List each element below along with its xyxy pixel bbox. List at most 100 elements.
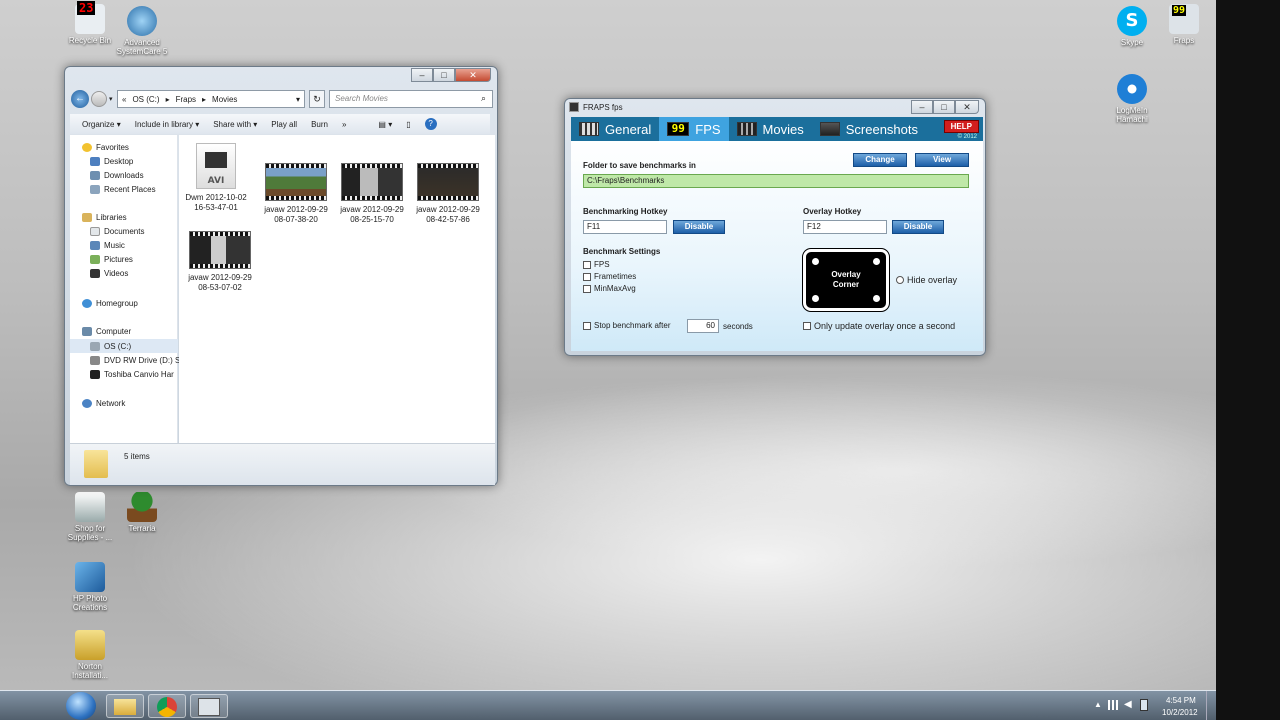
start-button[interactable] (66, 692, 96, 720)
view-button[interactable]: View (915, 153, 969, 167)
clock-date[interactable]: 10/2/2012 (1162, 708, 1198, 717)
toolbar-include-library[interactable]: Include in library ▾ (135, 120, 200, 129)
desktop-icon-hp-photo[interactable]: HP Photo Creations (62, 562, 118, 612)
file-item[interactable]: javaw 2012-09-29 08-07-38-20 (261, 163, 331, 225)
desktop-icon-printer[interactable]: Shop for Supplies - ... (62, 492, 118, 542)
power-tray-icon[interactable] (1140, 699, 1148, 711)
nav-pictures[interactable]: Pictures (90, 255, 133, 264)
overlay-corner-selector[interactable]: Overlay Corner (802, 248, 890, 312)
recent-pages-dropdown[interactable]: ▾ (109, 95, 113, 103)
fraps-window[interactable]: FRAPS fps – □ ✕ General 99 FPS Movies Sc… (564, 98, 986, 356)
command-bar: Organize ▾ Include in library ▾ Share wi… (70, 114, 490, 134)
corner-bottom-left[interactable] (812, 295, 819, 302)
tab-movies[interactable]: Movies (729, 117, 812, 141)
nav-computer[interactable]: Computer (82, 327, 131, 336)
nav-videos[interactable]: Videos (90, 269, 128, 278)
nav-recent-places[interactable]: Recent Places (90, 185, 156, 194)
maximize-button[interactable]: □ (933, 100, 955, 114)
clock-time[interactable]: 4:54 PM (1166, 696, 1196, 705)
close-button[interactable]: ✕ (455, 68, 491, 82)
nav-homegroup[interactable]: Homegroup (82, 299, 138, 308)
corner-top-right[interactable] (873, 258, 880, 265)
nav-toshiba-drive[interactable]: Toshiba Canvio Har (90, 370, 174, 379)
desktop-icon-label: Terraria (128, 524, 156, 533)
back-button[interactable]: ← (71, 90, 89, 108)
nav-favorites[interactable]: Favorites (82, 143, 129, 152)
nav-documents[interactable]: Documents (90, 227, 144, 236)
nav-dvd-drive[interactable]: DVD RW Drive (D:) S (90, 356, 180, 365)
minimize-button[interactable]: – (411, 68, 433, 82)
toolbar-share-with[interactable]: Share with ▾ (213, 120, 257, 129)
overlay-disable-button[interactable]: Disable (892, 220, 944, 234)
tab-screenshots[interactable]: Screenshots (812, 117, 926, 141)
bench-disable-button[interactable]: Disable (673, 220, 725, 234)
maximize-button[interactable]: □ (433, 68, 455, 82)
preview-pane-icon[interactable]: ▯ (406, 120, 410, 129)
view-options-icon[interactable]: ▤ ▾ (378, 120, 392, 129)
desktop-icon-terraria[interactable]: Terraria (114, 492, 170, 533)
help-icon[interactable]: ? (424, 118, 437, 130)
file-item[interactable]: javaw 2012-09-29 08-25-15-70 (337, 163, 407, 225)
frametimes-checkbox[interactable]: Frametimes (583, 272, 636, 281)
desktop-icon-systemcare[interactable]: Advanced SystemCare 5 (114, 6, 170, 56)
file-item[interactable]: AVI Dwm 2012-10-02 16-53-47-01 (181, 143, 251, 213)
breadcrumb-os[interactable]: OS (C:) (132, 95, 159, 104)
nav-desktop[interactable]: Desktop (90, 157, 133, 166)
more-options-icon[interactable]: » (342, 120, 346, 129)
toolbar-organize[interactable]: Organize ▾ (82, 120, 121, 129)
tray-expand-icon[interactable]: ▲ (1094, 700, 1102, 709)
address-bar[interactable]: « OS (C:) ▸ Fraps ▸ Movies ▾ (117, 90, 305, 108)
nav-network[interactable]: Network (82, 399, 125, 408)
volume-tray-icon[interactable]: ◀ (1124, 699, 1132, 710)
nav-downloads[interactable]: Downloads (90, 171, 144, 180)
file-item[interactable]: javaw 2012-09-29 08-53-07-02 (185, 231, 255, 293)
overlay-hotkey-field[interactable]: F12 (803, 220, 887, 234)
bench-hotkey-field[interactable]: F11 (583, 220, 667, 234)
nav-libraries[interactable]: Libraries (82, 213, 127, 222)
stop-benchmark-checkbox[interactable]: Stop benchmark after (583, 321, 670, 330)
taskbar-fraps[interactable] (190, 694, 228, 718)
corner-top-left[interactable] (812, 258, 819, 265)
minimize-button[interactable]: – (911, 100, 933, 114)
fps-checkbox[interactable]: FPS (583, 260, 610, 269)
desktop-icon-recycle-bin[interactable]: 23 Recycle Bin (62, 1, 118, 45)
taskbar-chrome[interactable] (148, 694, 186, 718)
video-thumbnail (189, 231, 251, 269)
explorer-caption-buttons: – □ ✕ (411, 68, 491, 82)
breadcrumb-movies[interactable]: Movies (212, 95, 237, 104)
search-icon[interactable]: ⌕ (481, 93, 486, 104)
hide-overlay-radio[interactable]: Hide overlay (896, 275, 957, 285)
stop-seconds-field[interactable]: 60 (687, 319, 719, 333)
desktop-icon-fraps[interactable]: 99 Fraps (1156, 4, 1212, 45)
help-button[interactable]: HELP (943, 120, 979, 133)
toolbar-play-all[interactable]: Play all (271, 120, 297, 129)
documents-icon (90, 227, 100, 236)
minmaxavg-checkbox[interactable]: MinMaxAvg (583, 284, 636, 293)
fraps-title: FRAPS fps (583, 103, 623, 112)
fps-settings-panel: Folder to save benchmarks in Change View… (571, 141, 983, 351)
breadcrumb-fraps[interactable]: Fraps (176, 95, 196, 104)
refresh-button[interactable]: ↻ (309, 90, 325, 108)
folder-path-field[interactable]: C:\Fraps\Benchmarks (583, 174, 969, 188)
show-desktop-button[interactable] (1206, 691, 1216, 720)
desktop-icon-norton[interactable]: Norton Installati... (62, 630, 118, 680)
corner-bottom-right[interactable] (873, 295, 880, 302)
nav-label: OS (C:) (104, 341, 132, 351)
change-button[interactable]: Change (853, 153, 907, 167)
network-tray-icon[interactable] (1108, 700, 1118, 710)
address-dropdown-icon[interactable]: ▾ (296, 95, 300, 104)
explorer-window[interactable]: – □ ✕ ← ▾ « OS (C:) ▸ Fraps ▸ Movies ▾ ↻… (64, 66, 498, 486)
nav-os-drive[interactable]: OS (C:) (70, 339, 178, 353)
toolbar-burn[interactable]: Burn (311, 120, 328, 129)
tab-fps[interactable]: 99 FPS (659, 117, 729, 141)
desktop-icon-skype[interactable]: S Skype (1104, 6, 1160, 47)
search-input[interactable]: Search Movies (329, 90, 493, 108)
tab-general[interactable]: General (571, 117, 659, 141)
close-button[interactable]: ✕ (955, 100, 979, 114)
taskbar-explorer[interactable] (106, 694, 144, 718)
file-item[interactable]: javaw 2012-09-29 08-42-57-86 (413, 163, 483, 225)
desktop-icon-hamachi[interactable]: LogMeIn Hamachi (1104, 74, 1160, 124)
only-update-checkbox[interactable]: Only update overlay once a second (803, 321, 955, 331)
forward-button[interactable] (91, 91, 107, 107)
nav-music[interactable]: Music (90, 241, 125, 250)
